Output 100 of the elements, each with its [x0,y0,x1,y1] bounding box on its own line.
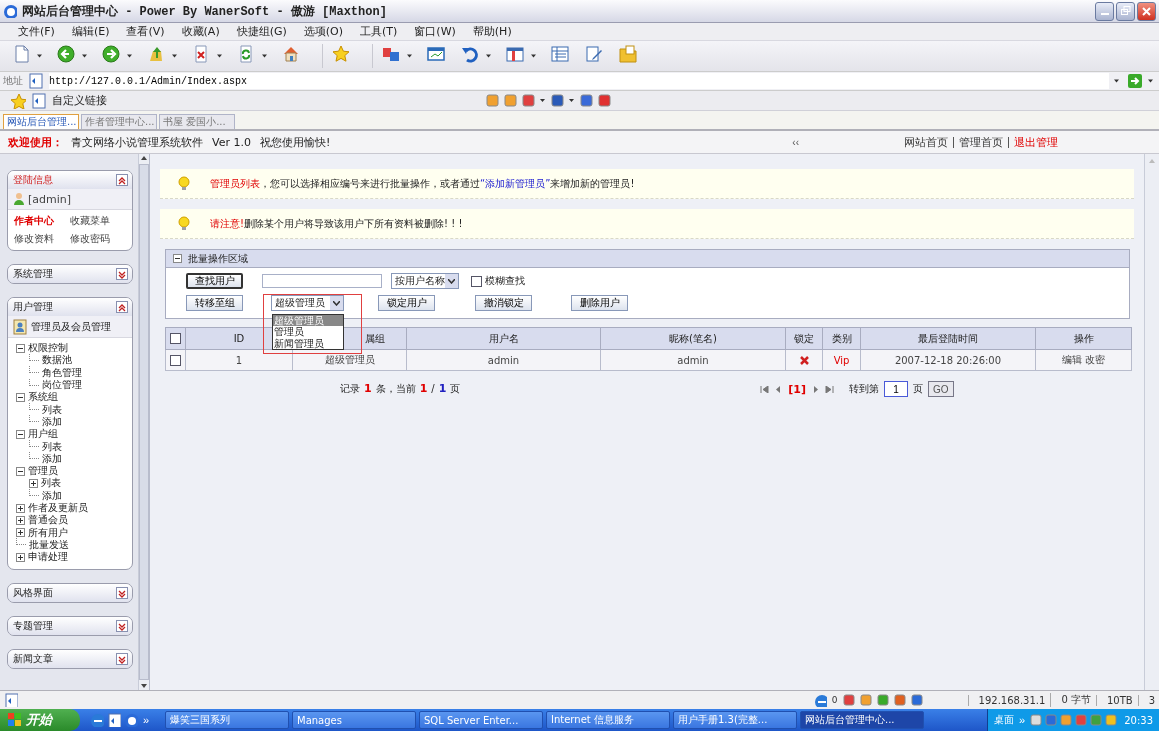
sidebar-link[interactable]: 修改资料 [14,232,70,246]
expand-icon[interactable] [116,268,128,280]
row-action-link[interactable]: 改密 [1085,354,1106,365]
header-link[interactable]: 网站首页 [899,136,953,148]
status-icon[interactable] [859,694,872,707]
tree-item[interactable]: 用户组 [28,428,58,441]
record-summary: 记录 1 条，当前 1 / 1 页 [340,382,461,396]
search-by-select[interactable]: 按用户名称 [391,273,459,289]
tree-item[interactable]: 列表 [42,440,62,453]
taskbar-button[interactable]: 网站后台管理中心... [800,711,924,729]
tree-item[interactable]: 申请处理 [28,551,68,564]
last-page-icon[interactable] [825,385,835,393]
action-button[interactable]: 删除用户 [571,295,628,311]
expand-icon[interactable] [16,528,25,538]
add-admin-link[interactable]: “添加新管理员” [480,177,551,189]
header-link[interactable]: 管理首页 [953,136,1008,148]
sidebar-link[interactable]: 收藏菜单 [70,214,126,228]
menu-item[interactable]: 编辑(E) [71,24,110,39]
go-icon[interactable] [1127,73,1143,89]
expand-icon[interactable] [116,620,128,633]
dropdown-option[interactable]: 超级管理员 [273,315,343,327]
tree-item[interactable]: 管理员 [28,465,58,478]
collapse-icon[interactable] [173,254,182,263]
tree-item[interactable]: 列表 [42,403,62,416]
menu-item[interactable]: 快捷组(G) [236,24,287,39]
collapse-icon[interactable] [16,392,25,402]
search-button[interactable]: 查找用户 [186,273,243,289]
tree-item[interactable]: 系统组 [28,391,58,404]
overflow-button[interactable]: » [141,714,152,726]
menu-item[interactable]: 选项(O) [303,24,344,39]
taskbar-button[interactable]: 爆笑三国系列 [165,711,289,729]
status-icon[interactable] [842,694,855,707]
taskbar-button[interactable]: Manages [292,711,416,729]
taskbar-button[interactable]: 用户手册1.3(完整... [673,711,797,729]
row-action-link[interactable]: 编辑 [1061,354,1082,365]
links-label[interactable]: 自定义链接 [52,93,107,108]
tray-icon[interactable] [1030,714,1043,726]
header-link[interactable]: 退出管理 [1008,136,1063,148]
collapse-icon[interactable] [16,429,25,439]
dropdown-icon[interactable] [448,278,455,284]
sidebar-link[interactable]: 作者中心 [14,214,70,228]
expand-icon[interactable] [16,503,25,513]
star-icon[interactable] [10,92,26,109]
expand-icon[interactable] [16,552,25,562]
expand-icon[interactable] [116,653,128,666]
scrollbar[interactable] [138,154,149,691]
page-number[interactable]: [1] [788,382,807,396]
tree-item[interactable]: 所有用户 [28,526,68,539]
collapse-icon[interactable] [116,174,128,186]
taskbar-button[interactable]: Internet 信息服务 [546,711,670,729]
expand-icon[interactable] [116,587,128,600]
status-icon[interactable] [876,694,889,707]
tree-item[interactable]: 作者及更新员 [28,502,88,514]
restore-button[interactable] [1116,1,1135,21]
checkbox[interactable] [170,354,181,366]
menu-item[interactable]: 收藏(A) [181,24,220,39]
tree-item[interactable]: 角色管理 [42,366,82,379]
menu-item[interactable]: 文件(F) [18,24,55,39]
collapse-icon[interactable] [16,343,25,353]
close-button[interactable] [1137,1,1156,21]
tree-item[interactable]: 添加 [42,489,62,502]
tree-item[interactable]: 添加 [42,415,62,428]
status-icon[interactable] [910,694,923,707]
expand-icon[interactable] [16,515,25,525]
checkbox-label[interactable]: 模糊查找 [485,274,525,288]
checkbox[interactable] [471,275,482,287]
browser-tab[interactable]: 书屋 爱国小... [159,114,235,129]
menu-item[interactable]: 工具(T) [360,24,398,39]
next-page-icon[interactable] [811,385,821,393]
tree-item[interactable]: 岗位管理 [42,379,82,392]
group-select[interactable]: 超级管理员 [271,295,344,311]
action-button[interactable]: 撤消锁定 [475,295,532,311]
tree-item[interactable]: 添加 [42,452,62,465]
collapse-icon[interactable] [116,301,128,313]
taskbar-button[interactable]: SQL Server Enter... [419,711,543,729]
minimize-button[interactable] [1095,1,1114,21]
first-page-icon[interactable] [760,385,770,393]
page-field[interactable]: 1 [884,381,909,397]
tree-item[interactable]: 批量发送 [29,538,69,551]
expand-icon[interactable] [29,478,38,488]
menu-item[interactable]: 窗口(W) [414,24,456,39]
menu-item[interactable]: 查看(V) [126,24,165,39]
tree-item[interactable]: 普通会员 [28,514,68,527]
go-button[interactable]: GO [928,381,954,397]
dropdown-icon[interactable] [333,300,340,306]
browser-tab[interactable]: 作者管理中心... [81,114,157,129]
status-icon[interactable] [893,694,906,707]
tree-item[interactable]: 权限控制 [28,342,68,355]
move-button[interactable]: 转移至组 [186,295,243,311]
collapse-toggle[interactable]: ‹‹ [792,136,799,148]
collapse-icon[interactable] [16,466,25,476]
tree-item[interactable]: 数据池 [42,354,72,367]
address-field[interactable]: http://127.0.0.1/Admin/Index.aspx [49,73,1109,89]
browser-tab[interactable]: 网站后台管理... [3,114,79,129]
search-field[interactable] [262,274,382,288]
menu-item[interactable]: 帮助(H) [472,24,512,39]
tree-item[interactable]: 列表 [41,477,61,490]
sidebar-link[interactable]: 修改密码 [70,232,126,246]
checkbox[interactable] [170,333,181,344]
action-button[interactable]: 锁定用户 [378,295,435,311]
